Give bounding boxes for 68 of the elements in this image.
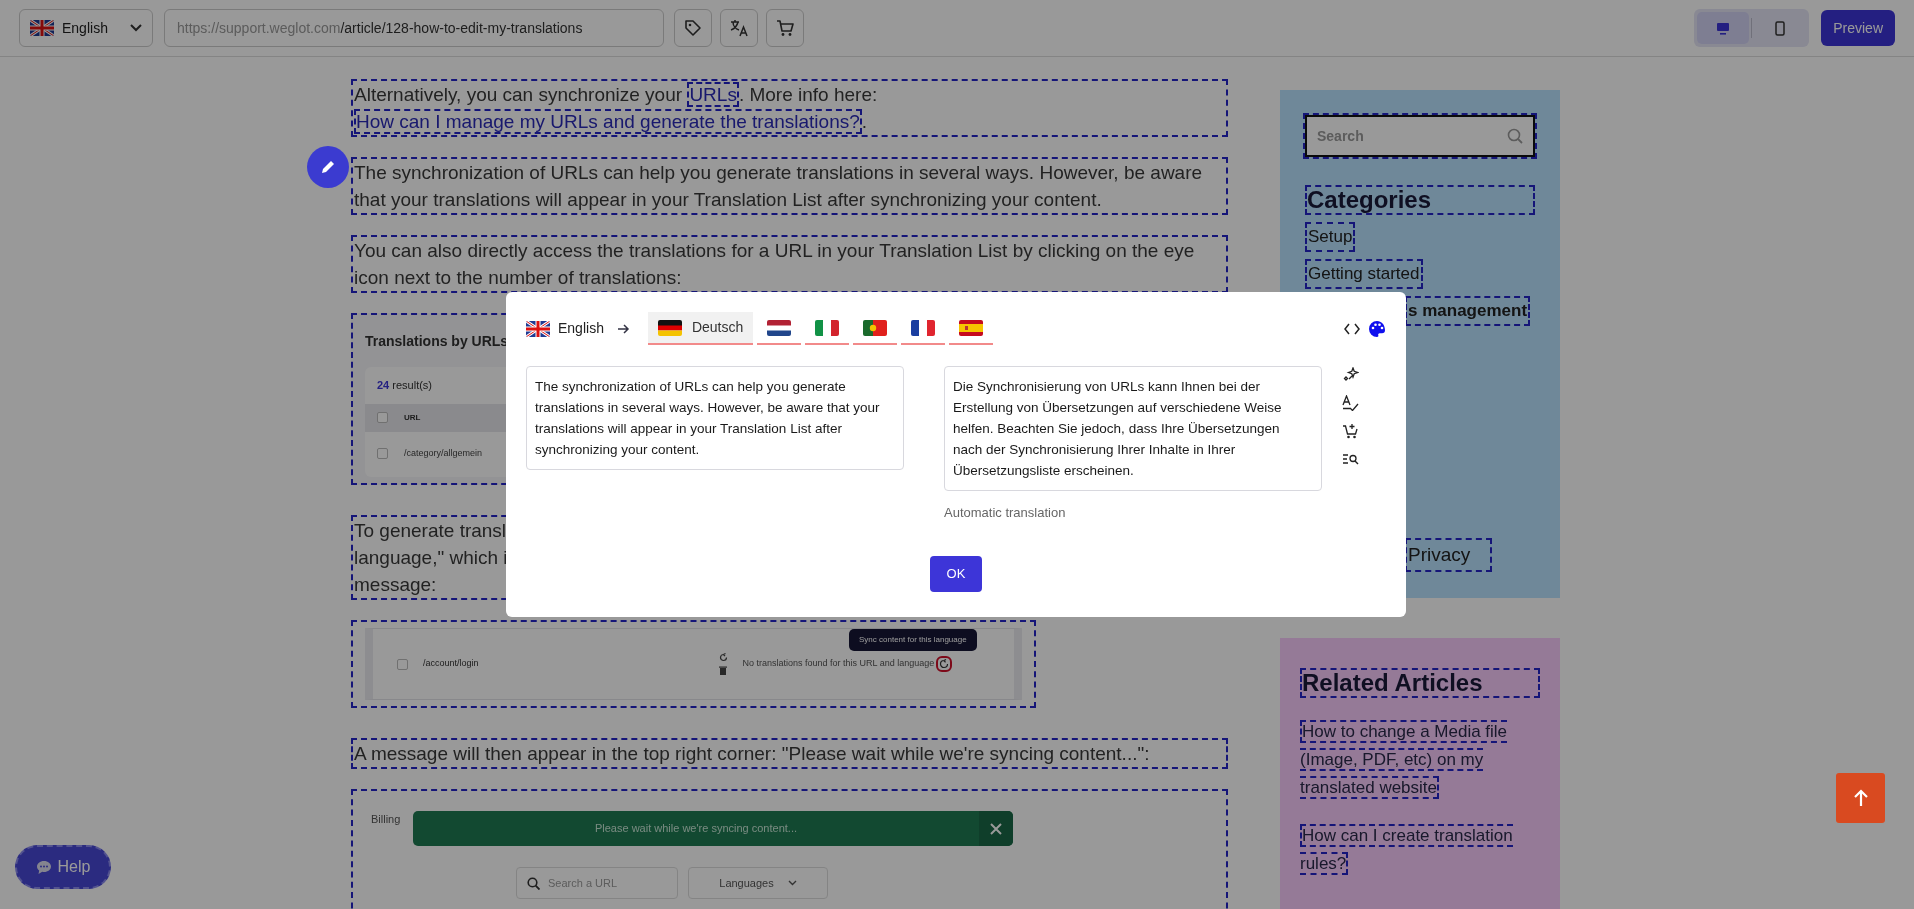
preview-button[interactable]: Preview	[1821, 10, 1895, 46]
screenshot-title: Translations by URLs	[365, 332, 509, 351]
monitor-icon	[1716, 21, 1731, 35]
trash-icon	[719, 666, 728, 675]
search-icon	[527, 876, 540, 890]
table-cell: /account/login	[423, 657, 479, 671]
cart-button[interactable]	[766, 9, 804, 47]
flag-icon	[911, 319, 936, 336]
language-select[interactable]: English	[19, 9, 153, 47]
search-list-button[interactable]	[1342, 451, 1359, 467]
arrow-right-icon	[617, 323, 630, 334]
search-icon	[1507, 128, 1523, 144]
code-button[interactable]	[1344, 322, 1360, 335]
category-link[interactable]: Getting started	[1305, 259, 1423, 289]
scroll-to-top-button[interactable]	[1836, 773, 1885, 823]
category-link[interactable]: Setup	[1305, 222, 1356, 252]
spellcheck-icon	[1342, 395, 1359, 411]
pencil-icon	[320, 159, 336, 175]
sparkle-button[interactable]	[1342, 367, 1359, 383]
chevron-down-icon	[787, 880, 797, 886]
flag-icon	[863, 319, 888, 336]
toast-notification: Please wait while we're syncing content...	[413, 811, 1013, 846]
section-heading: Related Articles	[1300, 668, 1540, 698]
add-to-cart-icon	[1342, 423, 1359, 439]
language-tab[interactable]: Deutsch	[647, 312, 754, 345]
chevron-down-icon	[130, 24, 142, 32]
source-language: English	[526, 318, 604, 339]
cart-icon	[776, 19, 794, 37]
tag-icon	[684, 19, 702, 37]
flag-icon	[815, 319, 840, 336]
phone-icon	[1775, 20, 1786, 36]
tooltip: Sync content for this language	[849, 629, 977, 651]
palette-icon	[1368, 319, 1386, 338]
spellcheck-button[interactable]	[1342, 395, 1359, 411]
translation-field[interactable]: Die Synchronisierung von URLs kann Ihnen bei der Erstellung von Übersetzungen auf verschiedene Weise helfen. Beachten Sie jedoch, dass Ihre Übersetzungen nach der Synchronisierung Ihrer Inhalte in Ihrer Übersetzungsliste erscheinen.	[944, 366, 1322, 491]
flag-icon	[657, 319, 682, 336]
text-link[interactable]: How can I manage my URLs and generate the translations?	[354, 109, 862, 134]
tab-label: Billing	[371, 812, 401, 827]
ok-button[interactable]: OK	[930, 555, 982, 592]
close-icon	[990, 822, 1002, 835]
desktop-view-button[interactable]	[1697, 12, 1750, 44]
sync-icon	[718, 653, 728, 662]
url-field[interactable]: https://support.weglot.com/article/128-how-to-edit-my-translations	[164, 9, 664, 47]
result-count: 24 result(s)	[377, 378, 433, 393]
translate-icon	[730, 19, 748, 37]
sparkle-icon	[1342, 367, 1359, 383]
palette-button[interactable]	[1368, 319, 1386, 338]
paragraph: Alternatively, you can synchronize your URLs. More info here: How can I manage my URLs and generate the translations?.	[351, 79, 1228, 137]
search-list-icon	[1342, 451, 1359, 467]
code-icon	[1344, 322, 1360, 335]
close-button[interactable]	[979, 811, 1013, 846]
flag-icon	[526, 320, 550, 337]
text-link[interactable]: URLs	[687, 82, 739, 107]
chat-bubble-icon	[35, 859, 52, 875]
add-to-cart-button[interactable]	[1342, 423, 1359, 439]
translate-button[interactable]	[720, 9, 758, 47]
flag-icon	[959, 319, 984, 336]
flag-icon	[767, 319, 792, 336]
tag-button[interactable]	[674, 9, 712, 47]
help-button[interactable]: Help	[15, 845, 111, 889]
table-cell-text: /category/allgemein	[404, 446, 483, 460]
paragraph: A message will then appear in the top right corner: "Please wait while we're syncing content...":	[351, 738, 1228, 769]
section-heading: Categories	[1305, 185, 1535, 215]
flag-icon	[30, 20, 54, 36]
status-message: No translations found for this URL and language	[742, 657, 935, 671]
column-header: URL	[404, 411, 421, 424]
arrow-up-icon	[1852, 789, 1869, 807]
edit-button[interactable]	[307, 146, 349, 188]
